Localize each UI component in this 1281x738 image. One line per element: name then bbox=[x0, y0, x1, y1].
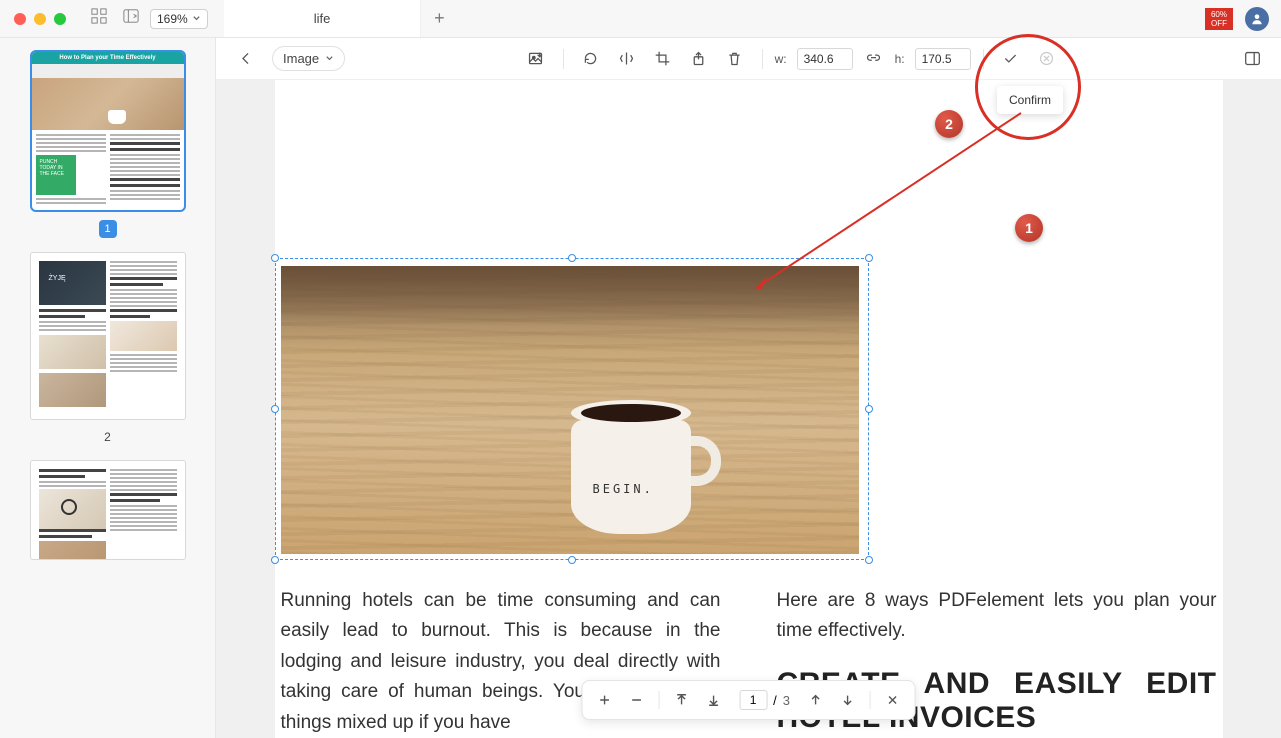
titlebar: 169% life + 60% OFF bbox=[0, 0, 1281, 38]
callout-badge-2: 2 bbox=[935, 110, 963, 138]
thumb1-punch: PUNCH TODAY IN THE FACE bbox=[36, 155, 76, 195]
rotate-button[interactable] bbox=[576, 44, 606, 74]
object-type-dropdown[interactable]: Image bbox=[272, 46, 345, 71]
thumb1-title: How to Plan your Time Effectively bbox=[32, 52, 184, 64]
flip-button[interactable] bbox=[612, 44, 642, 74]
coffee-mug-image[interactable]: BEGIN. bbox=[281, 266, 859, 554]
link-dimensions-button[interactable] bbox=[859, 44, 889, 74]
chevron-down-icon bbox=[192, 14, 201, 23]
new-tab-button[interactable]: + bbox=[421, 8, 457, 29]
thumb1-label: 1 bbox=[99, 220, 117, 238]
last-page-button[interactable] bbox=[699, 686, 727, 714]
user-icon bbox=[1250, 12, 1264, 26]
page-number-input[interactable] bbox=[739, 690, 767, 710]
resize-handle-ne[interactable] bbox=[865, 254, 873, 262]
page-sep: / bbox=[773, 693, 777, 708]
resize-handle-nw[interactable] bbox=[271, 254, 279, 262]
prev-page-button[interactable] bbox=[802, 686, 830, 714]
chevron-down-icon bbox=[325, 54, 334, 63]
page-1: BEGIN. Running hotels can be time consum… bbox=[275, 80, 1223, 738]
next-page-button[interactable] bbox=[834, 686, 862, 714]
height-input[interactable] bbox=[915, 48, 971, 70]
resize-handle-w[interactable] bbox=[271, 405, 279, 413]
maximize-window-button[interactable] bbox=[54, 13, 66, 25]
height-label: h: bbox=[895, 52, 905, 66]
tab-bar: life + bbox=[224, 0, 1205, 37]
panel-toggle-button[interactable] bbox=[1237, 44, 1267, 74]
thumbnail-sidebar: How to Plan your Time Effectively PUNCH … bbox=[0, 38, 216, 738]
close-bar-button[interactable] bbox=[879, 686, 907, 714]
promo-badge[interactable]: 60% OFF bbox=[1205, 8, 1233, 30]
resize-handle-se[interactable] bbox=[865, 556, 873, 564]
titlebar-tool-icons bbox=[90, 8, 140, 29]
replace-image-button[interactable] bbox=[521, 44, 551, 74]
zoom-value: 169% bbox=[157, 12, 188, 26]
tab-label: life bbox=[314, 11, 331, 26]
thumb2-label: 2 bbox=[99, 428, 117, 446]
resize-handle-e[interactable] bbox=[865, 405, 873, 413]
promo-text: 60% OFF bbox=[1205, 10, 1233, 28]
thumbnail-1[interactable]: How to Plan your Time Effectively PUNCH … bbox=[14, 50, 201, 238]
page-total: 3 bbox=[783, 693, 790, 708]
thumbnail-3[interactable] bbox=[14, 460, 201, 560]
document-viewport[interactable]: BEGIN. Running hotels can be time consum… bbox=[216, 80, 1281, 738]
content-area: Image w: h: Confirm 2 1 bbox=[216, 38, 1281, 738]
back-button[interactable] bbox=[230, 44, 260, 74]
zoom-in-button[interactable] bbox=[590, 686, 618, 714]
first-page-button[interactable] bbox=[667, 686, 695, 714]
width-input[interactable] bbox=[797, 48, 853, 70]
object-type-label: Image bbox=[283, 51, 319, 66]
width-label: w: bbox=[775, 52, 787, 66]
mug-text: BEGIN. bbox=[593, 482, 654, 496]
window-controls bbox=[0, 13, 80, 25]
resize-handle-s[interactable] bbox=[568, 556, 576, 564]
confirm-tooltip: Confirm bbox=[997, 86, 1063, 114]
delete-button[interactable] bbox=[720, 44, 750, 74]
sidebar-toggle-icon[interactable] bbox=[122, 8, 140, 29]
minimize-window-button[interactable] bbox=[34, 13, 46, 25]
crop-button[interactable] bbox=[648, 44, 678, 74]
close-window-button[interactable] bbox=[14, 13, 26, 25]
grid-view-icon[interactable] bbox=[90, 8, 108, 29]
page-navigation-bar: / 3 bbox=[581, 680, 916, 720]
zoom-select[interactable]: 169% bbox=[150, 9, 208, 29]
tab-life[interactable]: life bbox=[224, 0, 422, 37]
resize-handle-sw[interactable] bbox=[271, 556, 279, 564]
right-column-text: Here are 8 ways PDFelement lets you plan… bbox=[777, 586, 1217, 647]
extract-button[interactable] bbox=[684, 44, 714, 74]
resize-handle-n[interactable] bbox=[568, 254, 576, 262]
zoom-out-button[interactable] bbox=[622, 686, 650, 714]
image-edit-toolbar: Image w: h: bbox=[216, 38, 1281, 80]
thumbnail-2[interactable]: ŻYJĘ bbox=[14, 252, 201, 446]
avatar[interactable] bbox=[1245, 7, 1269, 31]
callout-badge-1: 1 bbox=[1015, 214, 1043, 242]
